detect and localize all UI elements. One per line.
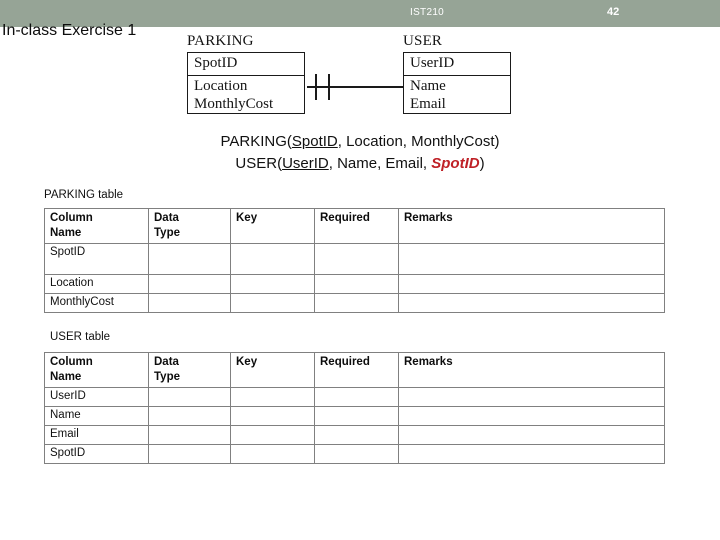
cell-data-type[interactable] — [148, 293, 231, 313]
schema-parking-attributes: , Location, MonthlyCost) — [337, 133, 500, 150]
schema-user-close-paren: ) — [479, 155, 485, 172]
entity-user-attributes: Name Email — [404, 76, 510, 115]
column-header-line-1: Data — [154, 212, 179, 224]
entity-user-attribute-1: Name — [410, 77, 446, 94]
cell-remarks[interactable] — [398, 293, 665, 313]
column-header-key: Key — [230, 352, 315, 388]
parking-table-label: PARKING table — [44, 189, 124, 201]
cell-required[interactable] — [314, 406, 399, 426]
cell-remarks[interactable] — [398, 444, 665, 464]
cell-column-name[interactable]: UserID — [44, 387, 149, 407]
page-title: In-class Exercise 1 — [2, 22, 137, 39]
cell-required[interactable] — [314, 444, 399, 464]
entity-parking-attribute-1: Location — [194, 77, 248, 94]
cell-data-type[interactable] — [148, 274, 231, 294]
column-header-required: Required — [314, 352, 399, 388]
column-header-data-type: Data Type — [148, 352, 231, 388]
column-header-remarks: Remarks — [398, 352, 665, 388]
column-header-line-2: Name — [50, 227, 82, 239]
table-row[interactable]: Name — [44, 406, 665, 426]
cell-column-name[interactable]: Name — [44, 406, 149, 426]
schema-line-parking: PARKING(SpotID, Location, MonthlyCost) — [0, 131, 720, 153]
cell-column-name[interactable]: Location — [44, 274, 149, 294]
column-header-remarks: Remarks — [398, 208, 665, 244]
cell-remarks[interactable] — [398, 406, 665, 426]
schema-user-primary-key: UserID — [282, 155, 329, 172]
schema-user-attributes: , Name, Email, — [328, 155, 432, 172]
cell-required[interactable] — [314, 274, 399, 294]
column-header-line-2: Type — [154, 227, 180, 239]
course-code-label: IST210 — [410, 7, 445, 18]
cardinality-bar-left-outer — [315, 74, 317, 100]
table-row[interactable]: MonthlyCost — [44, 293, 665, 313]
table-row[interactable]: UserID — [44, 387, 665, 407]
user-spec-table: Column Name Data Type Key Required Remar… — [44, 352, 665, 464]
cell-column-name[interactable]: MonthlyCost — [44, 293, 149, 313]
cell-required[interactable] — [314, 387, 399, 407]
relational-schema: PARKING(SpotID, Location, MonthlyCost) U… — [0, 131, 720, 175]
entity-box-user: UserID Name Email — [403, 52, 511, 114]
schema-parking-entity: PARKING( — [220, 133, 292, 150]
table-header-row: Column Name Data Type Key Required Remar… — [44, 352, 665, 388]
cell-data-type[interactable] — [148, 387, 231, 407]
cell-key[interactable] — [230, 425, 315, 445]
entity-user-primary-key: UserID — [404, 53, 510, 76]
column-header-line-1: Data — [154, 356, 179, 368]
cell-key[interactable] — [230, 293, 315, 313]
column-header-line-2: Type — [154, 371, 180, 383]
cell-required[interactable] — [314, 425, 399, 445]
entity-parking-attributes: Location MonthlyCost — [188, 76, 304, 115]
entity-title-parking: PARKING — [187, 33, 254, 49]
table-row[interactable]: Email — [44, 425, 665, 445]
column-header-line-1: Column — [50, 212, 93, 224]
entity-parking-attribute-2: MonthlyCost — [194, 95, 274, 112]
slide-page-number: 42 — [607, 6, 620, 18]
cell-data-type[interactable] — [148, 444, 231, 464]
entity-title-user: USER — [403, 33, 443, 49]
schema-parking-primary-key: SpotID — [291, 133, 338, 150]
schema-user-foreign-key: SpotID — [431, 155, 480, 172]
schema-line-user: USER(UserID, Name, Email, SpotID) — [0, 153, 720, 175]
cell-column-name[interactable]: Email — [44, 425, 149, 445]
er-diagram: PARKING SpotID Location MonthlyCost USER… — [185, 33, 515, 123]
schema-user-entity: USER( — [235, 155, 283, 172]
cell-required[interactable] — [314, 243, 399, 275]
column-header-column-name: Column Name — [44, 352, 149, 388]
cell-key[interactable] — [230, 406, 315, 426]
cell-remarks[interactable] — [398, 387, 665, 407]
column-header-line-2: Name — [50, 371, 82, 383]
table-header-row: Column Name Data Type Key Required Remar… — [44, 208, 665, 244]
cell-remarks[interactable] — [398, 425, 665, 445]
column-header-data-type: Data Type — [148, 208, 231, 244]
cell-key[interactable] — [230, 444, 315, 464]
entity-box-parking: SpotID Location MonthlyCost — [187, 52, 305, 114]
cell-remarks[interactable] — [398, 243, 665, 275]
cell-key[interactable] — [230, 274, 315, 294]
column-header-line-1: Column — [50, 356, 93, 368]
cell-data-type[interactable] — [148, 425, 231, 445]
cell-data-type[interactable] — [148, 406, 231, 426]
cell-column-name[interactable]: SpotID — [44, 243, 149, 275]
cardinality-bar-left-inner — [328, 74, 330, 100]
cell-key[interactable] — [230, 387, 315, 407]
entity-user-attribute-2: Email — [410, 95, 446, 112]
table-row[interactable]: Location — [44, 274, 665, 294]
column-header-column-name: Column Name — [44, 208, 149, 244]
cell-column-name[interactable]: SpotID — [44, 444, 149, 464]
cell-data-type[interactable] — [148, 243, 231, 275]
cell-key[interactable] — [230, 243, 315, 275]
entity-parking-primary-key: SpotID — [188, 53, 304, 76]
cell-required[interactable] — [314, 293, 399, 313]
column-header-key: Key — [230, 208, 315, 244]
cell-remarks[interactable] — [398, 274, 665, 294]
table-row[interactable]: SpotID — [44, 444, 665, 464]
parking-spec-table: Column Name Data Type Key Required Remar… — [44, 208, 665, 313]
user-table-label: USER table — [50, 331, 111, 343]
column-header-required: Required — [314, 208, 399, 244]
table-row[interactable]: SpotID — [44, 243, 665, 275]
